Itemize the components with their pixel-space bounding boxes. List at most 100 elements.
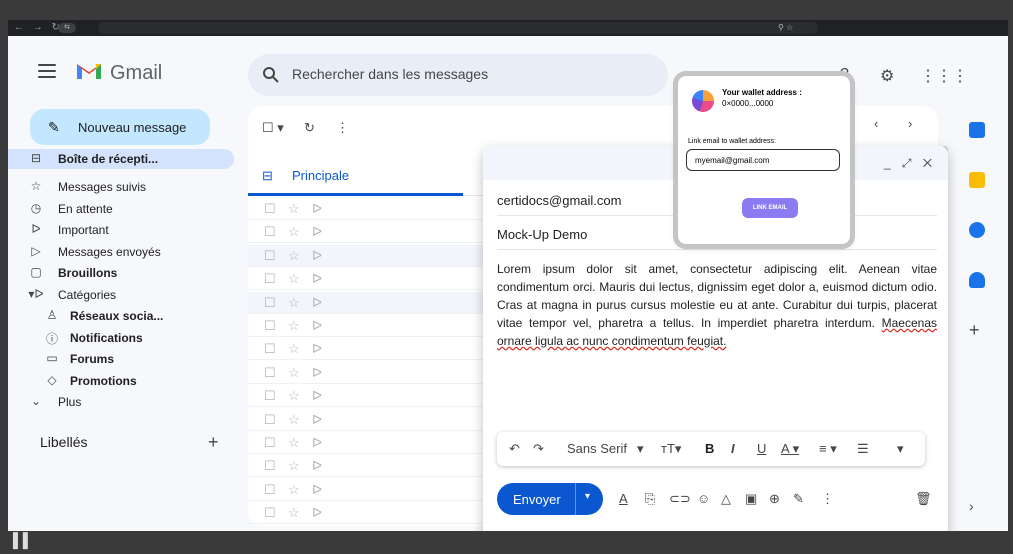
sidebar-item-2[interactable]: ☆ Messages suivis [18,177,238,197]
row-checkbox[interactable]: ☐ [264,388,276,404]
lock-icon[interactable]: ⊕ [769,491,780,507]
star-icon[interactable]: ☆ [288,248,300,264]
star-icon[interactable]: ☆ [288,341,300,357]
row-checkbox[interactable]: ☐ [264,435,276,451]
important-icon[interactable]: ᐅ [312,271,322,287]
format-options-icon[interactable]: A [619,491,628,506]
bold-icon[interactable]: B [705,441,714,456]
row-checkbox[interactable]: ☐ [264,505,276,521]
expand-panel-icon[interactable]: › [969,498,985,514]
sidebar-item-11[interactable]: ◇ Promotions [18,371,238,391]
more-formatting-icon[interactable]: ▾ [897,441,904,457]
important-icon[interactable]: ᐅ [312,318,322,334]
star-icon[interactable]: ☆ [288,458,300,474]
row-checkbox[interactable]: ☐ [264,295,276,311]
next-page-icon[interactable]: › [908,116,912,131]
important-icon[interactable]: ᐅ [312,435,322,451]
star-icon[interactable]: ☆ [288,271,300,287]
star-icon[interactable]: ☆ [288,412,300,428]
send-button[interactable]: Envoyer ▾ [497,483,603,515]
search-icon[interactable] [262,66,280,84]
compose-button[interactable]: ✎ Nouveau message [30,109,210,145]
star-icon[interactable]: ☆ [288,365,300,381]
trash-icon[interactable]: 🗑 [915,491,932,507]
star-icon[interactable]: ☆ [288,435,300,451]
important-icon[interactable]: ᐅ [312,295,322,311]
select-all-checkbox[interactable]: ☐ ▾ [262,120,284,136]
undo-icon[interactable]: ↶ [509,441,520,457]
row-checkbox[interactable]: ☐ [264,365,276,381]
window-controls-icon[interactable]: _ ⤢ ✕ [884,156,936,171]
sidebar-item-7[interactable]: ▾ᐅ Catégories [18,285,238,305]
search-bar[interactable]: Rechercher dans les messages [248,54,668,96]
star-icon[interactable]: ☆ [288,388,300,404]
important-icon[interactable]: ᐅ [312,201,322,217]
gear-icon[interactable]: ⚙ [880,66,894,86]
sidebar-item-5[interactable]: ▷ Messages envoyés [18,242,238,262]
add-label-icon[interactable]: + [208,432,219,453]
font-chevron-icon[interactable]: ▾ [637,441,644,457]
keep-icon[interactable] [969,172,985,188]
important-icon[interactable]: ᐅ [312,482,322,498]
apps-grid-icon[interactable]: ⋮⋮⋮ [920,66,968,86]
font-select[interactable]: Sans Serif [567,441,627,456]
important-icon[interactable]: ᐅ [312,412,322,428]
redo-icon[interactable]: ↷ [533,441,544,457]
prev-page-icon[interactable]: ‹ [874,116,878,131]
emoji-icon[interactable]: ☺ [697,491,710,506]
sidebar-item-12[interactable]: ⌄ Plus [18,392,238,412]
signature-icon[interactable]: ✎ [793,491,804,507]
contacts-icon[interactable] [969,272,985,288]
important-icon[interactable]: ᐅ [312,341,322,357]
row-checkbox[interactable]: ☐ [264,458,276,474]
important-icon[interactable]: ᐅ [312,248,322,264]
tab-primary[interactable]: ⊟ Principale [248,156,463,196]
more-options-icon[interactable]: ⋮ [821,491,834,507]
star-icon[interactable]: ☆ [288,201,300,217]
star-icon[interactable]: ☆ [288,505,300,521]
calendar-icon[interactable] [969,122,985,138]
text-size-icon[interactable]: ᴛT▾ [661,441,681,457]
row-checkbox[interactable]: ☐ [264,271,276,287]
more-vert-icon[interactable]: ⋮ [336,120,349,136]
send-options-icon[interactable]: ▾ [585,491,590,502]
drive-icon[interactable]: △ [721,491,731,507]
important-icon[interactable]: ᐅ [312,365,322,381]
photo-icon[interactable]: ▣ [745,491,757,507]
row-checkbox[interactable]: ☐ [264,341,276,357]
row-checkbox[interactable]: ☐ [264,482,276,498]
gmail-logo-icon[interactable] [76,60,102,80]
row-checkbox[interactable]: ☐ [264,224,276,240]
sidebar-item-6[interactable]: ▢ Brouillons [18,263,238,283]
link-email-button[interactable]: LINK EMAIL [742,198,798,218]
important-icon[interactable]: ᐅ [312,458,322,474]
address-bar[interactable] [98,22,818,34]
sidebar-item-4[interactable]: ᐅ Important [18,220,238,240]
row-checkbox[interactable]: ☐ [264,412,276,428]
sidebar-item-1[interactable]: ⊟ Boîte de récepti... [8,149,234,169]
attach-icon[interactable]: ⎘ [645,491,655,507]
message-body[interactable]: Lorem ipsum dolor sit amet, consectetur … [497,260,937,350]
row-checkbox[interactable]: ☐ [264,248,276,264]
important-icon[interactable]: ᐅ [312,388,322,404]
align-icon[interactable]: ≡ ▾ [819,441,837,457]
sidebar-item-8[interactable]: ♙ Réseaux socia... [18,306,238,326]
main-menu-button[interactable] [38,64,56,78]
star-icon[interactable]: ☆ [288,224,300,240]
list-icon[interactable]: ☰ [857,441,869,457]
wallet-address[interactable]: 0×0000...0000 [722,99,773,108]
text-color-icon[interactable]: A ▾ [781,441,799,457]
zoom-star-icon[interactable]: ⚲ ☆ [778,23,793,32]
site-info-icon[interactable]: ⇆ [58,23,76,33]
italic-icon[interactable]: I [731,441,735,456]
important-icon[interactable]: ᐅ [312,505,322,521]
sidebar-item-3[interactable]: ◷ En attente [18,199,238,219]
wallet-email-input[interactable]: myemail@gmail.com [686,149,840,171]
underline-icon[interactable]: U [757,441,766,456]
link-icon[interactable]: ⊂⊃ [669,491,691,507]
refresh-icon[interactable]: ↻ [304,120,315,136]
important-icon[interactable]: ᐅ [312,224,322,240]
sidebar-item-9[interactable]: ⓘ Notifications [18,328,238,348]
browser-nav-icons[interactable]: ← → ↻ [14,22,63,33]
star-icon[interactable]: ☆ [288,482,300,498]
